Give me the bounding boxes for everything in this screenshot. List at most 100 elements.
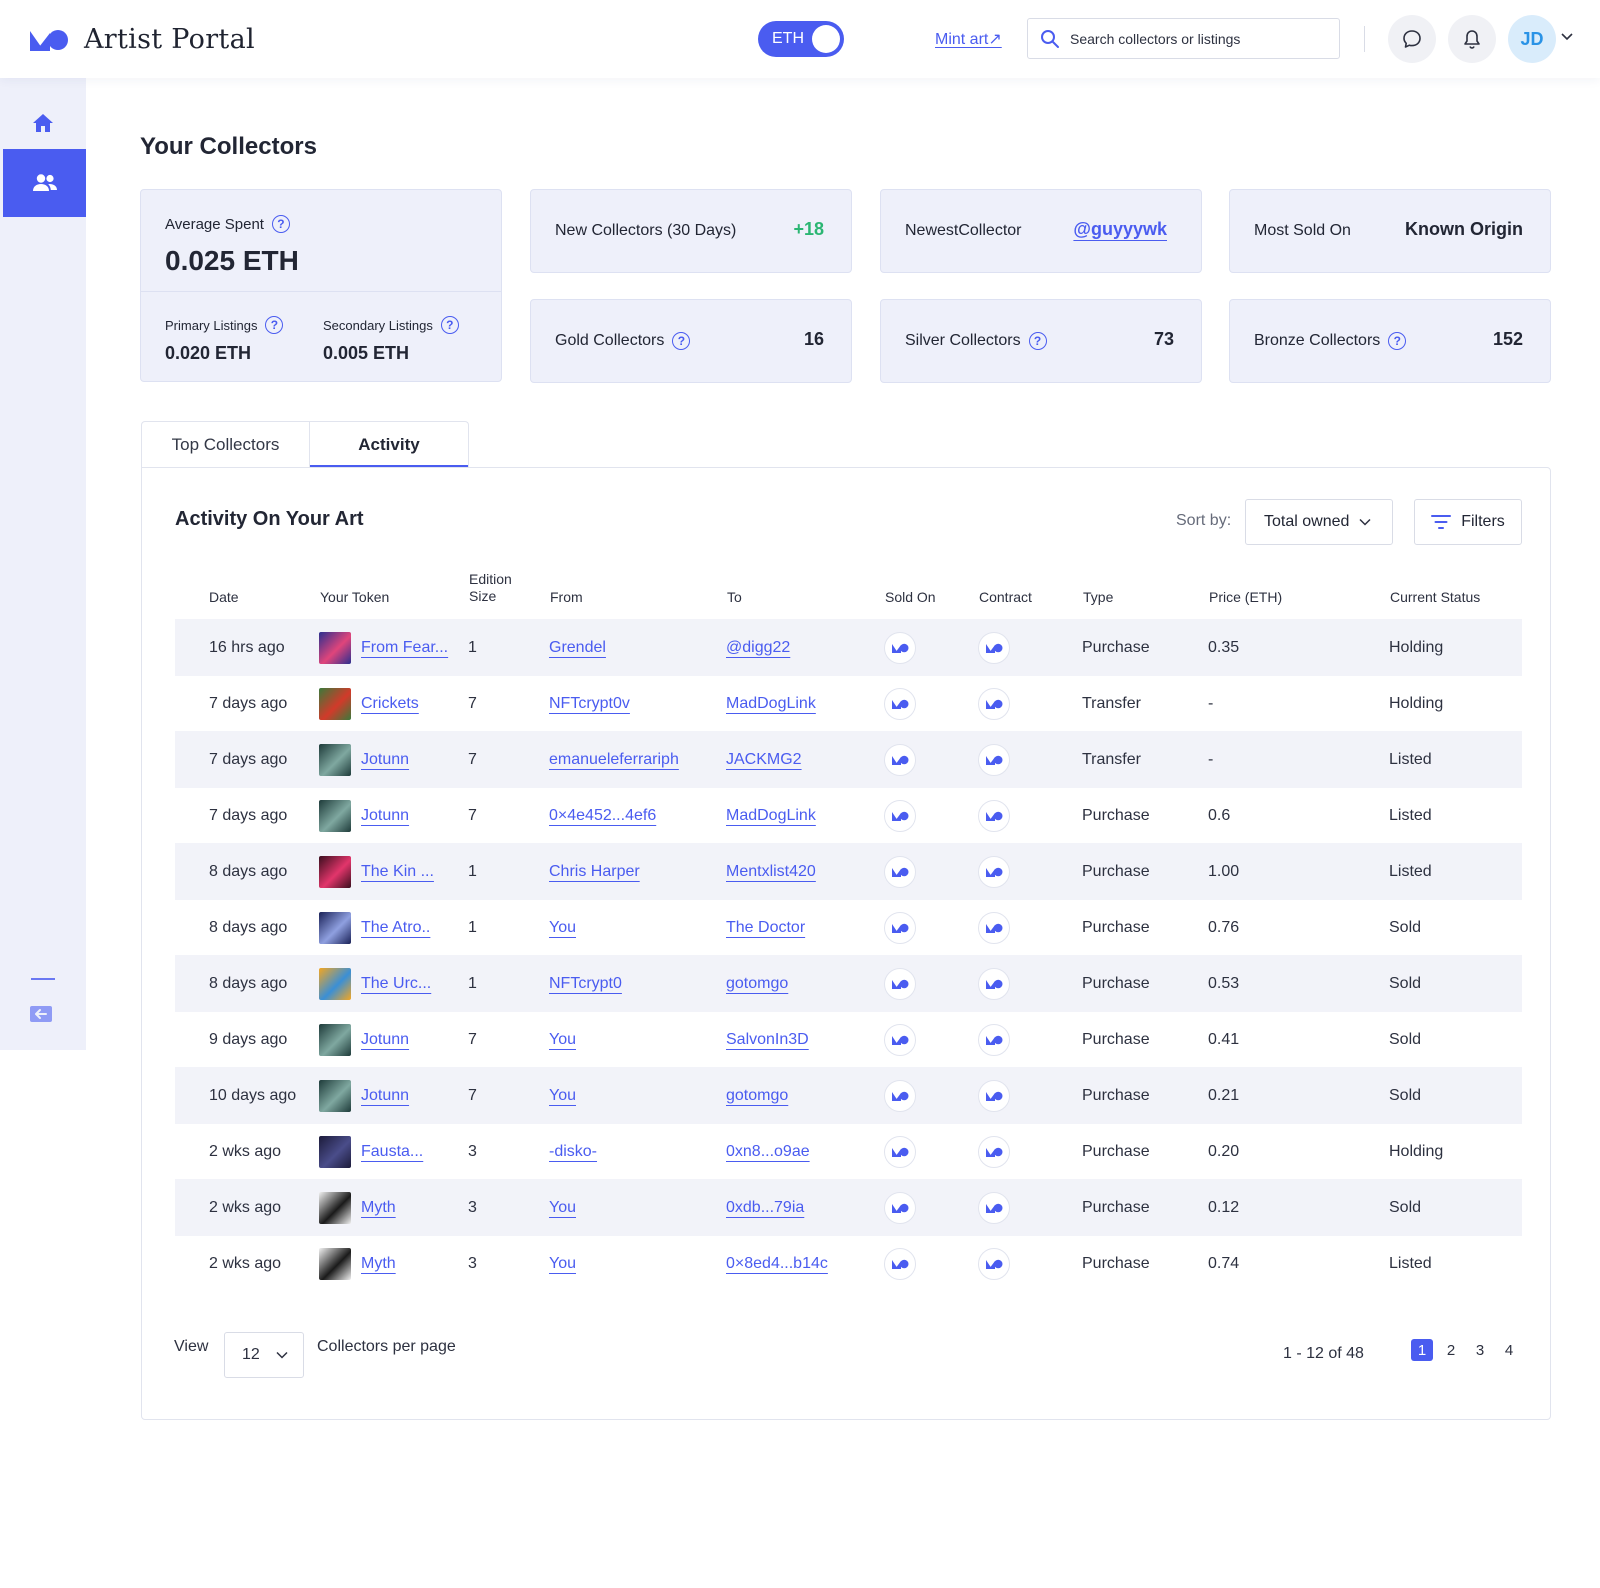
token-thumbnail[interactable] bbox=[319, 799, 351, 832]
sold-on-badge[interactable] bbox=[884, 687, 916, 720]
table-row[interactable]: 2 wks ago Fausta... 3 -disko- 0xn8...o9ae Pur… bbox=[175, 1123, 1522, 1180]
token-thumbnail[interactable] bbox=[319, 1079, 351, 1112]
token-thumbnail[interactable] bbox=[319, 1247, 351, 1280]
token-thumbnail[interactable] bbox=[319, 631, 351, 664]
mint-art-link[interactable]: Mint art↗ bbox=[935, 29, 1002, 49]
from-link[interactable]: 0×4e452...4ef6 bbox=[549, 807, 656, 825]
sold-on-badge[interactable] bbox=[884, 1079, 916, 1112]
contract-badge[interactable] bbox=[978, 855, 1010, 888]
sort-dropdown[interactable]: Total owned bbox=[1245, 499, 1393, 545]
token-thumbnail[interactable] bbox=[319, 743, 351, 776]
search-box[interactable] bbox=[1027, 18, 1340, 59]
contract-badge[interactable] bbox=[978, 1023, 1010, 1056]
token-link[interactable]: Fausta... bbox=[361, 1143, 423, 1161]
to-link[interactable]: gotomgo bbox=[726, 975, 788, 993]
token-link[interactable]: Jotunn bbox=[361, 1087, 409, 1105]
column-token[interactable]: Your Token bbox=[320, 589, 389, 606]
contract-badge[interactable] bbox=[978, 1079, 1010, 1112]
sold-on-badge[interactable] bbox=[884, 799, 916, 832]
token-link[interactable]: Myth bbox=[361, 1255, 396, 1273]
column-edition-line1[interactable]: Edition bbox=[469, 571, 512, 588]
column-status[interactable]: Current Status bbox=[1390, 589, 1480, 606]
from-link[interactable]: emanueleferrariph bbox=[549, 751, 679, 769]
sold-on-badge[interactable] bbox=[884, 1135, 916, 1168]
to-link[interactable]: SalvonIn3D bbox=[726, 1031, 809, 1049]
token-thumbnail[interactable] bbox=[319, 855, 351, 888]
sold-on-badge[interactable] bbox=[884, 911, 916, 944]
token-thumbnail[interactable] bbox=[319, 1135, 351, 1168]
search-input[interactable] bbox=[1070, 30, 1320, 47]
column-to[interactable]: To bbox=[727, 589, 742, 606]
avatar[interactable]: JD bbox=[1508, 15, 1556, 63]
sold-on-badge[interactable] bbox=[884, 855, 916, 888]
table-row[interactable]: 7 days ago Jotunn 7 emanueleferrariph JACKMG… bbox=[175, 731, 1522, 788]
help-icon[interactable]: ? bbox=[271, 215, 290, 233]
notifications-button[interactable] bbox=[1448, 15, 1496, 63]
help-icon[interactable]: ? bbox=[265, 316, 284, 334]
table-row[interactable]: 8 days ago The Atro.. 1 You The Doctor Purcha… bbox=[175, 899, 1522, 956]
column-type[interactable]: Type bbox=[1083, 589, 1113, 606]
contract-badge[interactable] bbox=[978, 687, 1010, 720]
from-link[interactable]: You bbox=[549, 1031, 576, 1049]
from-link[interactable]: -disko- bbox=[549, 1143, 597, 1161]
table-row[interactable]: 2 wks ago Myth 3 You 0xdb...79ia Purchase 0.12… bbox=[175, 1179, 1522, 1236]
column-from[interactable]: From bbox=[550, 589, 583, 606]
to-link[interactable]: The Doctor bbox=[726, 919, 805, 937]
to-link[interactable]: JACKMG2 bbox=[726, 751, 802, 769]
contract-badge[interactable] bbox=[978, 1247, 1010, 1280]
contract-badge[interactable] bbox=[978, 1135, 1010, 1168]
column-price[interactable]: Price (ETH) bbox=[1209, 589, 1282, 606]
sold-on-badge[interactable] bbox=[884, 1191, 916, 1224]
page-button[interactable]: 3 bbox=[1469, 1339, 1491, 1361]
contract-badge[interactable] bbox=[978, 799, 1010, 832]
contract-badge[interactable] bbox=[978, 631, 1010, 664]
page-button[interactable]: 2 bbox=[1440, 1339, 1462, 1361]
to-link[interactable]: Mentxlist420 bbox=[726, 863, 816, 881]
table-row[interactable]: 8 days ago The Urc... 1 NFTcrypt0 gotomgo Pur… bbox=[175, 955, 1522, 1012]
from-link[interactable]: You bbox=[549, 1255, 576, 1273]
column-sold-on[interactable]: Sold On bbox=[885, 589, 936, 606]
table-row[interactable]: 10 days ago Jotunn 7 You gotomgo Purchase 0.21… bbox=[175, 1067, 1522, 1124]
tab-top-collectors[interactable]: Top Collectors bbox=[141, 421, 310, 468]
chevron-down-icon[interactable] bbox=[1560, 32, 1574, 42]
column-contract[interactable]: Contract bbox=[979, 589, 1032, 606]
to-link[interactable]: @digg22 bbox=[726, 639, 790, 657]
from-link[interactable]: You bbox=[549, 919, 576, 937]
help-icon[interactable]: ? bbox=[1028, 332, 1047, 350]
token-thumbnail[interactable] bbox=[319, 1023, 351, 1056]
sold-on-badge[interactable] bbox=[884, 631, 916, 664]
token-link[interactable]: Jotunn bbox=[361, 807, 409, 825]
sold-on-badge[interactable] bbox=[884, 1023, 916, 1056]
token-thumbnail[interactable] bbox=[319, 911, 351, 944]
per-page-dropdown[interactable]: 12 bbox=[224, 1332, 304, 1378]
help-icon[interactable]: ? bbox=[440, 316, 459, 334]
token-link[interactable]: The Kin ... bbox=[361, 863, 434, 881]
from-link[interactable]: You bbox=[549, 1199, 576, 1217]
help-icon[interactable]: ? bbox=[672, 332, 691, 350]
column-date[interactable]: Date bbox=[209, 589, 239, 606]
from-link[interactable]: NFTcrypt0 bbox=[549, 975, 622, 993]
contract-badge[interactable] bbox=[978, 743, 1010, 776]
to-link[interactable]: 0xn8...o9ae bbox=[726, 1143, 810, 1161]
token-thumbnail[interactable] bbox=[319, 967, 351, 1000]
messages-button[interactable] bbox=[1388, 15, 1436, 63]
token-link[interactable]: Jotunn bbox=[361, 751, 409, 769]
to-link[interactable]: 0xdb...79ia bbox=[726, 1199, 804, 1217]
newest-collector-link[interactable]: @guyyywk bbox=[1073, 219, 1167, 240]
page-button[interactable]: 1 bbox=[1411, 1339, 1433, 1361]
to-link[interactable]: MadDogLink bbox=[726, 807, 816, 825]
contract-badge[interactable] bbox=[978, 967, 1010, 1000]
brand[interactable]: Artist Portal bbox=[28, 24, 255, 55]
contract-badge[interactable] bbox=[978, 1191, 1010, 1224]
tab-activity[interactable]: Activity bbox=[309, 421, 469, 468]
token-link[interactable]: Myth bbox=[361, 1199, 396, 1217]
sidebar-item-collectors[interactable] bbox=[3, 149, 86, 217]
sidebar-item-home[interactable] bbox=[0, 98, 86, 148]
currency-toggle[interactable]: ETH bbox=[758, 21, 844, 57]
from-link[interactable]: NFTcrypt0v bbox=[549, 695, 630, 713]
to-link[interactable]: MadDogLink bbox=[726, 695, 816, 713]
token-link[interactable]: Crickets bbox=[361, 695, 419, 713]
table-row[interactable]: 9 days ago Jotunn 7 You SalvonIn3D Purchase 0.… bbox=[175, 1011, 1522, 1068]
sold-on-badge[interactable] bbox=[884, 1247, 916, 1280]
to-link[interactable]: gotomgo bbox=[726, 1087, 788, 1105]
